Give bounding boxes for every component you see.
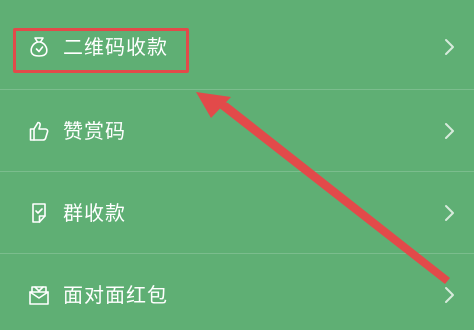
chevron-right-icon	[442, 37, 456, 57]
red-packet-icon	[26, 282, 52, 308]
menu-item-appreciation-code[interactable]: 赞赏码	[0, 90, 474, 172]
menu-item-label: 群收款	[63, 201, 126, 225]
group-collect-icon	[26, 200, 52, 226]
menu-item-face-to-face-red-packet[interactable]: 面对面红包	[0, 254, 474, 336]
money-bag-icon	[26, 34, 52, 60]
thumbs-up-icon	[26, 118, 52, 144]
menu-item-qr-collect[interactable]: 二维码收款	[0, 6, 474, 88]
chevron-right-icon	[442, 121, 456, 141]
menu-item-label: 二维码收款	[63, 35, 168, 59]
menu-item-group-collect[interactable]: 群收款	[0, 172, 474, 254]
payment-menu-screen: 二维码收款 赞赏码 群收款 面对面红包	[0, 0, 474, 330]
chevron-right-icon	[442, 203, 456, 223]
chevron-right-icon	[442, 285, 456, 305]
menu-item-label: 赞赏码	[63, 119, 126, 143]
menu-item-label: 面对面红包	[63, 283, 168, 307]
